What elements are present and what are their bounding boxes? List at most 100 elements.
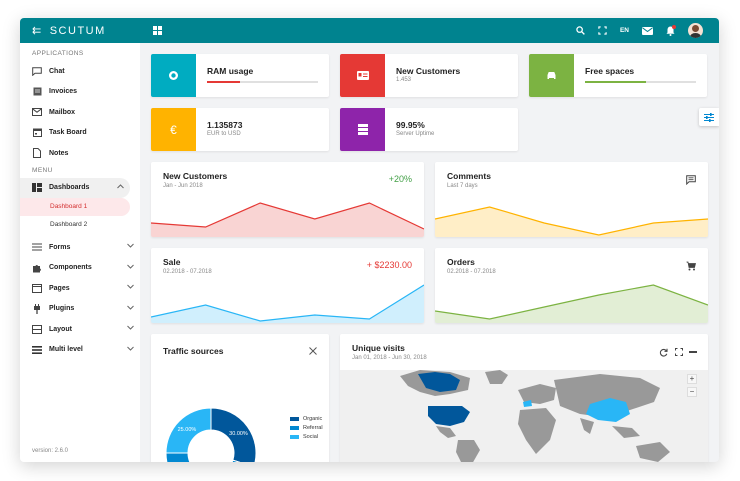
sidebar-item-invoices[interactable]: Invoices <box>20 82 140 103</box>
legend-swatch <box>290 416 299 421</box>
sidebar-item-label: Mailbox <box>49 108 76 116</box>
sidebar-item-label: Multi level <box>49 346 83 354</box>
search-icon[interactable] <box>576 26 585 35</box>
sidebar-item-task-board[interactable]: Task Board <box>20 123 140 144</box>
chevron-down-icon <box>127 346 134 351</box>
top-actions: EN <box>576 18 703 43</box>
chart-subtitle: Last 7 days <box>447 183 478 189</box>
sidebar-item-pages[interactable]: Pages <box>20 278 140 299</box>
chart-subtitle: Jan - Jun 2018 <box>163 183 203 189</box>
traffic-sources-card: Traffic sources 30.00% 25.00% Organic Ref… <box>151 334 329 462</box>
sidebar-item-notes[interactable]: Notes <box>20 143 140 164</box>
uptime-label: Server Uptime <box>396 131 435 137</box>
legend-swatch <box>290 434 299 439</box>
calendar-icon <box>32 128 42 138</box>
map-europe <box>518 384 556 404</box>
form-icon <box>32 242 42 252</box>
map-usa <box>428 406 470 426</box>
map-south-america <box>456 440 480 462</box>
customers-area-chart <box>151 202 424 237</box>
pie-label: 30.00% <box>229 431 248 437</box>
sidebar-item-components[interactable]: Components <box>20 258 140 279</box>
server-icon <box>357 124 368 135</box>
map-australia <box>636 442 670 462</box>
pie-label: 25.00% <box>178 427 197 433</box>
sidebar-item-label: Components <box>49 264 92 272</box>
sidebar-item-label: Notes <box>49 149 69 157</box>
area-fill <box>151 285 424 323</box>
sidebar-item-label: Forms <box>49 243 71 251</box>
chevron-down-icon <box>127 325 134 330</box>
spaces-progress <box>585 81 696 83</box>
mail-icon[interactable] <box>642 26 653 35</box>
sidebar-subitem-dashboard-2[interactable]: Dashboard 2 <box>20 216 140 234</box>
uptime-value: 99.95% <box>396 120 425 130</box>
sidebar-subitem-dashboard-1[interactable]: Dashboard 1 <box>20 198 130 216</box>
minimize-icon[interactable] <box>689 351 697 353</box>
chevron-up-icon <box>117 183 124 188</box>
sidebar-item-label: Dashboards <box>49 184 90 192</box>
sidebar: APPLICATIONS Chat Invoices Mailbox Task … <box>20 43 140 462</box>
list-icon <box>32 345 42 355</box>
comment-icon[interactable] <box>686 175 696 185</box>
sidebar-item-label: Layout <box>49 325 72 333</box>
language-selector[interactable]: EN <box>620 27 629 34</box>
menu-toggle-icon[interactable]: ⇇ <box>32 24 43 37</box>
memory-icon <box>169 71 178 80</box>
sidebar-item-multi-level[interactable]: Multi level <box>20 340 140 361</box>
apps-grid-icon[interactable] <box>153 26 162 35</box>
plug-icon <box>32 303 42 314</box>
cart-icon[interactable] <box>686 261 696 271</box>
settings-panel-toggle[interactable] <box>699 108 719 126</box>
sidebar-item-forms[interactable]: Forms <box>20 237 140 258</box>
chevron-down-icon <box>127 264 134 269</box>
legend-item-referral: Referral <box>290 423 323 432</box>
notifications[interactable] <box>666 24 676 36</box>
chart-value: +20% <box>388 174 412 184</box>
zoom-in-button[interactable]: + <box>687 374 697 384</box>
legend-item-social: Social <box>290 432 323 441</box>
chart-card-sale: Sale 02.2018 - 07.2018 + $2230.00 <box>151 248 424 323</box>
chart-value: + $2230.00 <box>366 260 412 270</box>
chart-card-new-customers: New Customers Jan - Jun 2018 +20% <box>151 162 424 237</box>
map-mexico <box>436 426 456 438</box>
avatar[interactable] <box>688 23 703 38</box>
fullscreen-icon[interactable] <box>598 26 607 35</box>
map-india <box>580 418 594 434</box>
chat-icon <box>32 66 42 76</box>
legend-swatch <box>290 425 299 430</box>
ram-progress <box>207 81 318 83</box>
visits-subtitle: Jan 01, 2018 - Jun 30, 2018 <box>352 355 427 361</box>
app-window: ⇇ SCUTUM EN APPLICATIONS Chat Invoices M… <box>20 18 719 462</box>
fullscreen-icon[interactable] <box>675 348 683 356</box>
mail-icon <box>32 107 42 117</box>
legend-item-organic: Organic <box>290 414 323 423</box>
world-map[interactable]: + − <box>340 370 708 462</box>
page-icon <box>32 283 42 293</box>
sidebar-item-chat[interactable]: Chat <box>20 61 140 82</box>
sidebar-item-label: Plugins <box>49 305 75 313</box>
legend-label: Organic <box>303 415 323 422</box>
note-icon <box>32 148 42 159</box>
menu-section-title: MENU <box>32 166 53 174</box>
legend-label: Referral <box>303 424 323 431</box>
sidebar-item-label: Pages <box>49 284 70 292</box>
sidebar-item-mailbox[interactable]: Mailbox <box>20 102 140 123</box>
top-bar: ⇇ SCUTUM EN <box>20 18 719 43</box>
world-map-shapes <box>400 370 670 462</box>
sidebar-item-layout[interactable]: Layout <box>20 319 140 340</box>
orders-area-chart <box>435 284 708 323</box>
ram-progress-fill <box>207 81 241 83</box>
zoom-out-button[interactable]: − <box>687 387 697 397</box>
brand: ⇇ SCUTUM <box>32 18 106 43</box>
legend-label: Social <box>303 433 318 440</box>
sidebar-item-dashboards[interactable]: Dashboards <box>20 177 130 198</box>
sidebar-item-label: Task Board <box>49 129 87 137</box>
ram-badge <box>151 54 196 97</box>
area-fill <box>151 203 424 237</box>
sidebar-item-plugins[interactable]: Plugins <box>20 299 140 320</box>
eur-badge: € <box>151 108 196 151</box>
invoice-icon <box>32 87 42 97</box>
refresh-icon[interactable] <box>659 348 668 357</box>
ram-label: RAM usage <box>207 66 254 76</box>
